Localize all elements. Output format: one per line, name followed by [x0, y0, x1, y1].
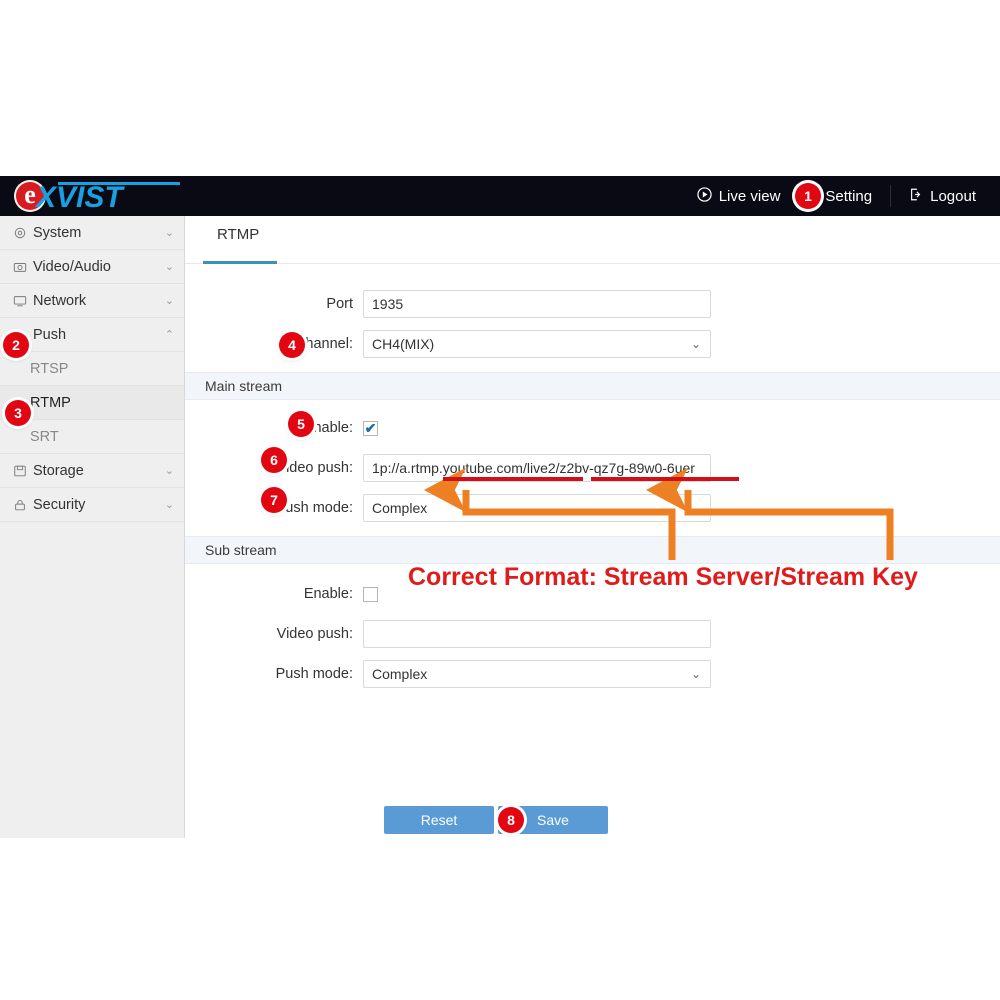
sub-push-mode-select[interactable]: Complex ⌄: [363, 660, 711, 688]
main-content: RTMP Port Channel: CH4(MIX) ⌄ Main strea…: [185, 216, 1000, 838]
gear-icon: [12, 225, 28, 241]
row-port: Port: [185, 284, 1000, 324]
channel-select[interactable]: CH4(MIX) ⌄: [363, 330, 711, 358]
section-sub-stream-label: Sub stream: [205, 542, 277, 558]
camera-icon: [12, 259, 28, 275]
chevron-up-icon: ⌃: [164, 329, 174, 341]
sidebar-item-network[interactable]: Network ⌄: [0, 284, 184, 318]
reset-button[interactable]: Reset: [384, 806, 494, 834]
live-view-menu[interactable]: Live view: [679, 186, 799, 206]
section-sub-stream: Sub stream: [185, 536, 1000, 564]
sub-video-push-wrap: [363, 620, 711, 648]
channel-label: Channel:: [294, 336, 353, 352]
chevron-down-icon: ⌄: [690, 667, 701, 681]
row-sub-video-push: Video push:: [185, 614, 1000, 654]
sidebar-label-rtmp: RTMP: [30, 394, 71, 411]
sub-push-mode-value: Complex: [372, 666, 428, 682]
sub-video-push-input[interactable]: [363, 620, 711, 648]
sidebar-label-push: Push: [33, 326, 67, 343]
chevron-down-icon: ⌄: [164, 295, 174, 307]
sidebar-label-system: System: [33, 224, 82, 241]
sidebar-item-storage[interactable]: Storage ⌄: [0, 454, 184, 488]
channel-field-wrap: CH4(MIX) ⌄: [363, 330, 711, 358]
row-main-push-mode: Push mode: Complex ⌄: [185, 488, 1000, 528]
chevron-down-icon: ⌄: [690, 337, 701, 351]
port-label: Port: [326, 296, 353, 312]
sidebar-label-storage: Storage: [33, 462, 84, 479]
channel-value: CH4(MIX): [372, 336, 435, 352]
underline-stream-key: [591, 477, 739, 481]
logo-wordmark: XVIST: [36, 181, 123, 214]
chevron-down-icon: ⌄: [164, 261, 174, 273]
step-badge-6: 6: [261, 447, 287, 473]
step-badge-7: 7: [261, 487, 287, 513]
sidebar-item-security[interactable]: Security ⌄: [0, 488, 184, 522]
main-push-mode-value: Complex: [372, 500, 428, 516]
chevron-down-icon: ⌄: [164, 499, 174, 511]
tab-active-indicator: [203, 261, 277, 264]
row-main-video-push: Video push:: [185, 448, 1000, 488]
logout-menu[interactable]: Logout: [891, 187, 994, 206]
logout-label: Logout: [930, 187, 976, 205]
sidebar-label-rtsp: RTSP: [30, 360, 69, 377]
step-badge-3: 3: [5, 400, 31, 426]
sidebar-item-video-audio[interactable]: Video/Audio ⌄: [0, 250, 184, 284]
main-push-mode-select[interactable]: Complex ⌄: [363, 494, 711, 522]
main-enable-checkbox[interactable]: [363, 420, 378, 436]
step-badge-8: 8: [498, 807, 524, 833]
sidebar-item-system[interactable]: System ⌄: [0, 216, 184, 250]
sidebar: System ⌄ Video/Audio ⌄ Network ⌄ Push ⌃ …: [0, 216, 185, 838]
section-main-stream: Main stream: [185, 372, 1000, 400]
brand-logo: e XVIST: [14, 178, 182, 214]
action-buttons: Reset Save: [384, 806, 608, 834]
sidebar-item-rtsp[interactable]: RTSP: [0, 352, 184, 386]
sub-enable-wrap: [363, 586, 378, 602]
sidebar-label-video-audio: Video/Audio: [33, 258, 111, 275]
chevron-down-icon: ⌄: [690, 501, 701, 515]
logo-e-letter: e: [24, 180, 36, 209]
step-badge-5: 5: [288, 411, 314, 437]
port-input[interactable]: [363, 290, 711, 318]
sub-enable-label: Enable:: [303, 586, 353, 602]
callout-correct-format: Correct Format: Stream Server/Stream Key: [408, 563, 918, 591]
step-badge-1: 1: [795, 183, 821, 209]
underline-stream-server: [443, 477, 583, 481]
section-main-stream-label: Main stream: [205, 378, 283, 394]
sub-push-mode-wrap: Complex ⌄: [363, 660, 711, 688]
sub-push-mode-label: Push mode:: [275, 666, 353, 682]
chevron-down-icon: ⌄: [164, 227, 174, 239]
main-enable-label: Enable:: [303, 420, 353, 436]
sidebar-label-srt: SRT: [30, 428, 59, 445]
lock-icon: [12, 497, 28, 513]
row-sub-push-mode: Push mode: Complex ⌄: [185, 654, 1000, 694]
logout-icon: [909, 187, 923, 206]
sub-enable-checkbox[interactable]: [363, 586, 378, 602]
monitor-icon: [12, 293, 28, 309]
tab-rtmp[interactable]: RTMP: [203, 226, 273, 255]
sidebar-label-security: Security: [33, 496, 86, 513]
sub-video-push-label: Video push:: [276, 626, 353, 642]
main-push-mode-wrap: Complex ⌄: [363, 494, 711, 522]
header-nav: Live view Setting Logout: [679, 176, 1000, 216]
sidebar-label-network: Network: [33, 292, 87, 309]
port-field-wrap: [363, 290, 711, 318]
step-badge-2: 2: [3, 332, 29, 358]
step-badge-4: 4: [279, 332, 305, 358]
tab-bar: RTMP: [185, 216, 1000, 264]
main-enable-wrap: [363, 420, 378, 436]
app-header: e XVIST Live view Setting Logout: [0, 176, 1000, 216]
sidebar-item-srt[interactable]: SRT: [0, 420, 184, 454]
page-root: e XVIST Live view Setting Logout System …: [0, 0, 1000, 1000]
setting-label: Setting: [825, 187, 873, 205]
chevron-down-icon: ⌄: [164, 465, 174, 477]
row-channel: Channel: CH4(MIX) ⌄: [185, 324, 1000, 364]
play-circle-icon: [697, 186, 712, 206]
live-view-label: Live view: [718, 187, 781, 205]
save-icon: [12, 463, 28, 479]
